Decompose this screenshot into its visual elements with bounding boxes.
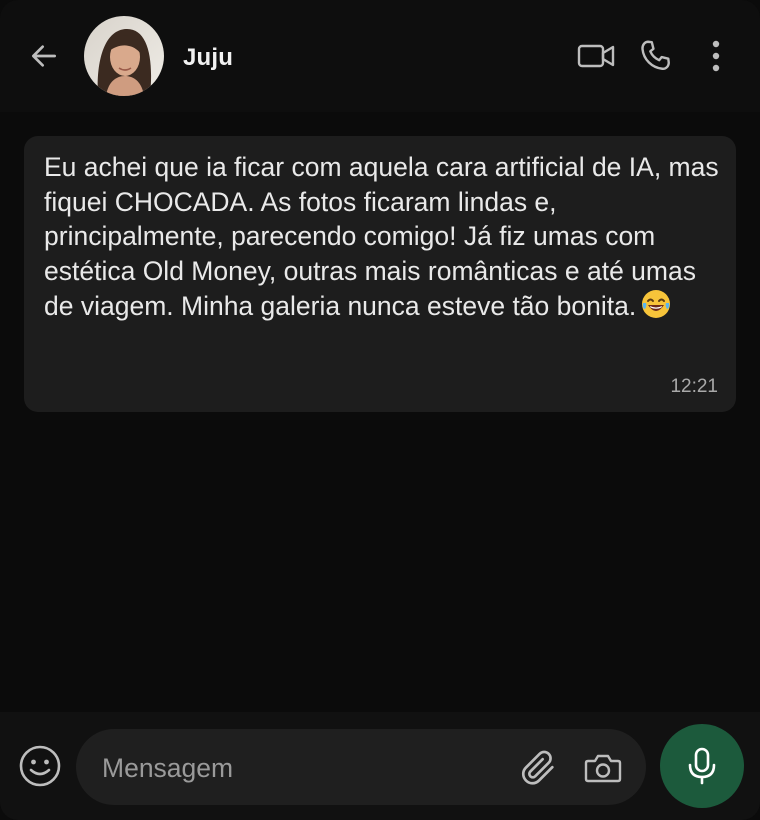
chat-header: Juju [0, 0, 760, 112]
more-options-button[interactable] [696, 36, 736, 76]
chat-window: Juju Eu achei que ia ficar com aquela ca… [0, 0, 760, 820]
phone-icon [641, 40, 670, 70]
emoji-button[interactable] [18, 744, 62, 788]
more-vertical-icon [712, 40, 720, 72]
video-camera-icon [577, 44, 615, 68]
message-body: Eu achei que ia ficar com aquela cara ar… [44, 152, 719, 321]
camera-button[interactable] [582, 747, 624, 789]
contact-name[interactable]: Juju [183, 44, 233, 72]
smiley-icon [19, 745, 61, 787]
message-text: Eu achei que ia ficar com aquela cara ar… [44, 150, 724, 329]
message-bubble[interactable]: Eu achei que ia ficar com aquela cara ar… [24, 136, 736, 412]
voice-message-button[interactable] [660, 724, 744, 808]
camera-icon [584, 754, 622, 783]
message-input[interactable] [100, 747, 504, 789]
microphone-icon [688, 747, 716, 785]
message-time: 12:21 [670, 376, 718, 397]
rolling-on-floor-laughing-emoji [640, 288, 672, 329]
attach-button[interactable] [518, 747, 560, 789]
voice-call-button[interactable] [636, 36, 676, 76]
composer-bar [0, 712, 760, 820]
message-input-container [76, 729, 646, 805]
avatar-photo [84, 16, 164, 96]
arrow-left-icon [32, 45, 56, 67]
avatar[interactable] [84, 16, 164, 96]
back-button[interactable] [26, 38, 62, 74]
paperclip-icon [521, 750, 554, 785]
message-list[interactable]: Eu achei que ia ficar com aquela cara ar… [0, 112, 760, 712]
video-call-button[interactable] [576, 36, 616, 76]
